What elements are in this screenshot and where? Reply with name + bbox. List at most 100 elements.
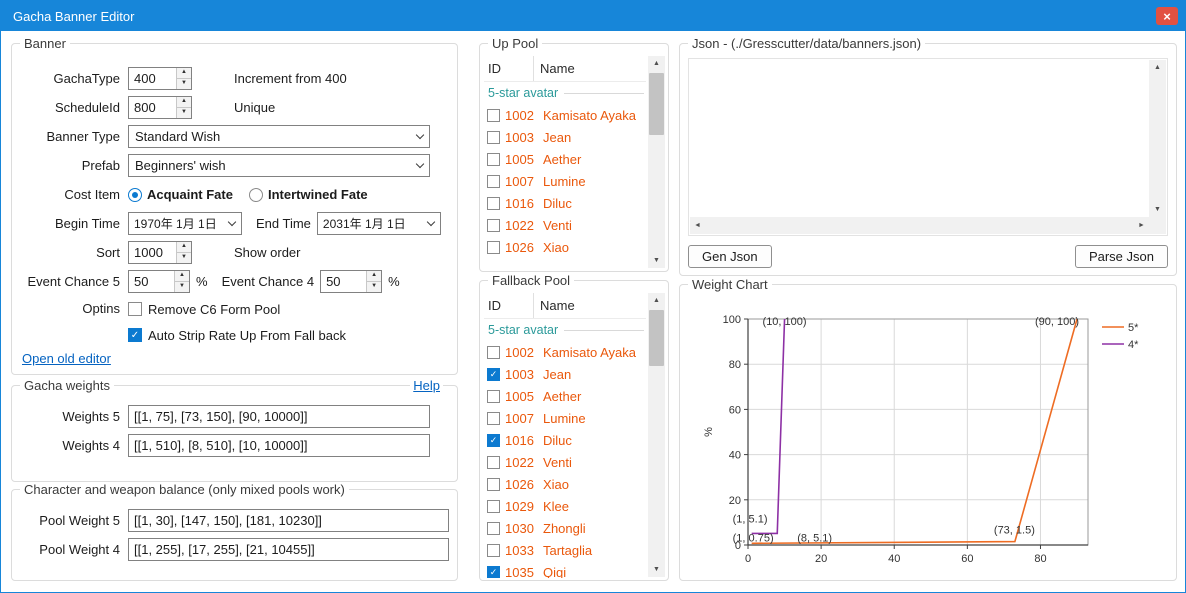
- row-checkbox[interactable]: [487, 412, 500, 425]
- table-row[interactable]: 1022Venti: [484, 451, 646, 473]
- event-chance-4-input[interactable]: 50 ▲▼: [320, 270, 382, 293]
- scroll-down-icon[interactable]: ▼: [648, 562, 665, 577]
- spin-down-icon[interactable]: ▼: [367, 282, 381, 292]
- chevron-down-icon: [411, 132, 429, 141]
- pool-weight-4-input[interactable]: [128, 538, 449, 561]
- scheduleid-spin-buttons[interactable]: ▲▼: [176, 97, 191, 118]
- prefab-select[interactable]: Beginners' wish: [128, 154, 430, 177]
- scroll-down-icon[interactable]: ▼: [1149, 202, 1166, 217]
- spin-up-icon[interactable]: ▲: [177, 68, 191, 79]
- banner-type-select[interactable]: Standard Wish: [128, 125, 430, 148]
- event-chance-4-spin-buttons[interactable]: ▲▼: [366, 271, 381, 292]
- open-old-editor-link[interactable]: Open old editor: [22, 351, 111, 366]
- weights-5-label: Weights 5: [16, 409, 120, 424]
- spin-up-icon[interactable]: ▲: [177, 97, 191, 108]
- scroll-down-icon[interactable]: ▼: [648, 253, 665, 268]
- scroll-left-icon[interactable]: ◄: [690, 217, 705, 234]
- table-row[interactable]: ✓1035Qiqi: [484, 561, 646, 578]
- row-name: Lumine: [543, 411, 586, 426]
- row-checkbox[interactable]: ✓: [487, 368, 500, 381]
- row-checkbox[interactable]: [487, 522, 500, 535]
- gachatype-spin-buttons[interactable]: ▲▼: [176, 68, 191, 89]
- spin-down-icon[interactable]: ▼: [175, 282, 189, 292]
- table-row[interactable]: 1030Zhongli: [484, 517, 646, 539]
- row-checkbox[interactable]: ✓: [487, 566, 500, 579]
- row-checkbox[interactable]: [487, 478, 500, 491]
- balance-group: Character and weapon balance (only mixed…: [11, 489, 458, 581]
- spin-down-icon[interactable]: ▼: [177, 79, 191, 89]
- pool-weight-5-input[interactable]: [128, 509, 449, 532]
- row-checkbox[interactable]: ✓: [487, 434, 500, 447]
- remove-c6-checkbox[interactable]: [128, 302, 142, 316]
- fallback-pool-scrollbar[interactable]: ▲ ▼: [648, 293, 665, 577]
- event-chance-4-unit: %: [388, 274, 400, 289]
- end-time-picker[interactable]: 2031年 1月 1日: [317, 212, 441, 235]
- optin-label: Auto Strip Rate Up From Fall back: [148, 328, 346, 343]
- table-row[interactable]: 1002Kamisato Ayaka: [484, 104, 646, 126]
- row-checkbox[interactable]: [487, 153, 500, 166]
- group-row-line: [564, 93, 644, 94]
- table-row[interactable]: 1029Klee: [484, 495, 646, 517]
- chart-annotation: (90, 100): [1035, 316, 1079, 328]
- row-checkbox[interactable]: [487, 175, 500, 188]
- auto-strip-checkbox[interactable]: ✓: [128, 328, 142, 342]
- row-checkbox[interactable]: [487, 500, 500, 513]
- gen-json-button[interactable]: Gen Json: [688, 245, 772, 268]
- sort-spin-buttons[interactable]: ▲▼: [176, 242, 191, 263]
- spin-down-icon[interactable]: ▼: [177, 108, 191, 118]
- scroll-up-icon[interactable]: ▲: [648, 293, 665, 308]
- table-row[interactable]: 1026Xiao: [484, 236, 646, 258]
- table-row[interactable]: 1005Aether: [484, 385, 646, 407]
- cost-item-option[interactable]: Acquaint Fate: [128, 187, 233, 202]
- row-checkbox[interactable]: [487, 131, 500, 144]
- begin-time-picker[interactable]: 1970年 1月 1日: [128, 212, 242, 235]
- row-checkbox[interactable]: [487, 346, 500, 359]
- cost-item-option[interactable]: Intertwined Fate: [249, 187, 368, 202]
- help-link[interactable]: Help: [410, 378, 443, 393]
- table-row[interactable]: 1016Diluc: [484, 192, 646, 214]
- pool-weight-4-row: Pool Weight 4: [16, 535, 449, 564]
- spin-up-icon[interactable]: ▲: [367, 271, 381, 282]
- json-content[interactable]: [693, 62, 1147, 215]
- scroll-up-icon[interactable]: ▲: [648, 56, 665, 71]
- table-row[interactable]: 1007Lumine: [484, 170, 646, 192]
- json-horizontal-scrollbar[interactable]: ◄ ►: [690, 217, 1149, 234]
- table-row[interactable]: 1003Jean: [484, 126, 646, 148]
- table-row[interactable]: 1005Aether: [484, 148, 646, 170]
- row-checkbox[interactable]: [487, 219, 500, 232]
- row-checkbox[interactable]: [487, 197, 500, 210]
- json-textarea[interactable]: ▲ ▼ ◄ ►: [688, 58, 1168, 236]
- scrollbar-thumb[interactable]: [649, 73, 664, 135]
- up-pool-scrollbar[interactable]: ▲ ▼: [648, 56, 665, 268]
- scrollbar-thumb[interactable]: [649, 310, 664, 366]
- row-checkbox[interactable]: [487, 109, 500, 122]
- spin-up-icon[interactable]: ▲: [177, 242, 191, 253]
- scroll-right-icon[interactable]: ►: [1134, 217, 1149, 234]
- row-checkbox[interactable]: [487, 544, 500, 557]
- table-row[interactable]: 1033Tartaglia: [484, 539, 646, 561]
- prefab-row: Prefab Beginners' wish: [16, 151, 449, 180]
- weights-4-input[interactable]: [128, 434, 430, 457]
- scheduleid-input[interactable]: 800 ▲▼: [128, 96, 192, 119]
- table-row[interactable]: 1002Kamisato Ayaka: [484, 341, 646, 363]
- row-checkbox[interactable]: [487, 456, 500, 469]
- weights-5-input[interactable]: [128, 405, 430, 428]
- svg-text:20: 20: [815, 553, 827, 565]
- table-row[interactable]: ✓1016Diluc: [484, 429, 646, 451]
- spin-up-icon[interactable]: ▲: [175, 271, 189, 282]
- json-vertical-scrollbar[interactable]: ▲ ▼: [1149, 60, 1166, 217]
- close-button[interactable]: ×: [1156, 7, 1178, 25]
- event-chance-5-input[interactable]: 50 ▲▼: [128, 270, 190, 293]
- table-row[interactable]: 1007Lumine: [484, 407, 646, 429]
- table-row[interactable]: 1026Xiao: [484, 473, 646, 495]
- table-row[interactable]: ✓1003Jean: [484, 363, 646, 385]
- sort-input[interactable]: 1000 ▲▼: [128, 241, 192, 264]
- spin-down-icon[interactable]: ▼: [177, 253, 191, 263]
- scroll-up-icon[interactable]: ▲: [1149, 60, 1166, 75]
- gachatype-input[interactable]: 400 ▲▼: [128, 67, 192, 90]
- parse-json-button[interactable]: Parse Json: [1075, 245, 1168, 268]
- table-row[interactable]: 1022Venti: [484, 214, 646, 236]
- row-checkbox[interactable]: [487, 241, 500, 254]
- row-checkbox[interactable]: [487, 390, 500, 403]
- event-chance-5-spin-buttons[interactable]: ▲▼: [174, 271, 189, 292]
